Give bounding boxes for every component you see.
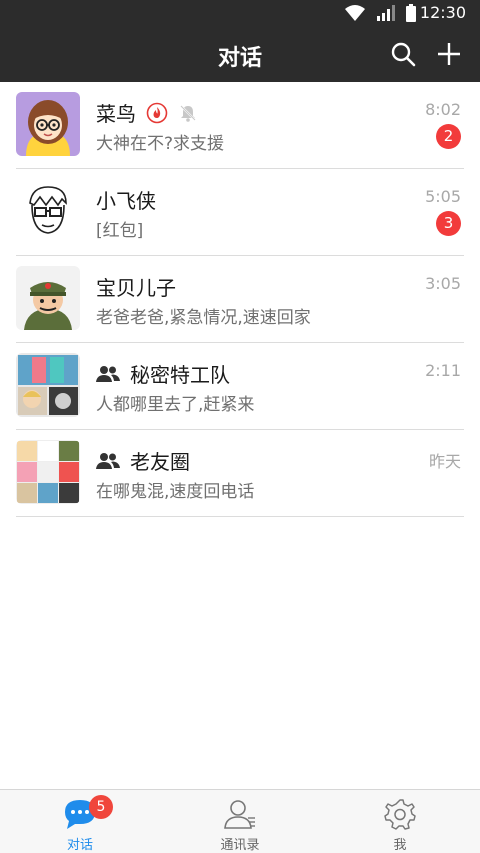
tab-label: 我 (393, 838, 407, 853)
status-time: 12:30 (419, 3, 466, 22)
group-avatar (16, 440, 80, 504)
avatar (16, 179, 80, 243)
avatar (16, 92, 80, 156)
group-icon (96, 452, 120, 469)
contacts-icon (224, 800, 255, 829)
conversation-list: 菜鸟 大神在不?求支援 8:02 2 小飞侠 [红包] 5:05 3 宝贝儿子 … (0, 82, 480, 517)
message-time: 3:05 (425, 274, 461, 293)
message-time: 8:02 (425, 100, 461, 119)
tab-label: 通讯录 (220, 838, 260, 853)
message-time: 2:11 (425, 361, 461, 380)
group-icon (96, 365, 120, 382)
divider (16, 516, 464, 517)
mute-icon (180, 104, 196, 122)
tab-badge: 5 (89, 795, 113, 819)
conversation-row[interactable]: 小飞侠 [红包] 5:05 3 (0, 169, 480, 256)
search-button[interactable] (388, 39, 418, 69)
status-bar: 12:30 (0, 0, 480, 26)
conversation-row[interactable]: 宝贝儿子 老爸老爸,紧急情况,速速回家 3:05 (0, 256, 480, 343)
tab-label: 对话 (66, 838, 93, 853)
avatar (16, 266, 80, 330)
header: 对话 (0, 26, 480, 82)
contact-name: 宝贝儿子 (96, 276, 176, 300)
tab-conversations[interactable]: 5 对话 (0, 790, 160, 853)
tab-contacts[interactable]: 通讯录 (160, 790, 320, 853)
add-button[interactable] (434, 39, 464, 69)
message-preview: [红包] (96, 221, 144, 241)
message-time: 5:05 (425, 187, 461, 206)
signal-icon (377, 5, 395, 21)
bottom-tab-bar: 5 对话 通讯录 我 (0, 789, 480, 853)
contact-name: 老友圈 (130, 450, 190, 474)
add-icon (438, 43, 460, 65)
contact-name: 秘密特工队 (130, 363, 230, 387)
contact-name: 小飞侠 (96, 189, 156, 213)
settings-icon (384, 799, 416, 830)
message-preview: 大神在不?求支援 (96, 134, 225, 154)
tab-me[interactable]: 我 (320, 790, 480, 853)
wifi-icon (345, 5, 365, 21)
conversation-row[interactable]: 老友圈 在哪鬼混,速度回电话 昨天 (0, 430, 480, 517)
message-preview: 在哪鬼混,速度回电话 (96, 482, 255, 502)
contact-name: 菜鸟 (96, 102, 136, 126)
search-icon (391, 42, 416, 67)
message-time: 昨天 (428, 452, 461, 471)
unread-badge: 2 (436, 124, 461, 149)
hot-icon (146, 102, 168, 123)
message-preview: 老爸老爸,紧急情况,速速回家 (96, 308, 311, 328)
conversation-row[interactable]: 秘密特工队 人都哪里去了,赶紧来 2:11 (0, 343, 480, 430)
battery-icon (406, 4, 416, 22)
unread-badge: 3 (436, 211, 461, 236)
message-preview: 人都哪里去了,赶紧来 (96, 395, 255, 415)
conversation-row[interactable]: 菜鸟 大神在不?求支援 8:02 2 (0, 82, 480, 169)
group-avatar (16, 353, 80, 417)
